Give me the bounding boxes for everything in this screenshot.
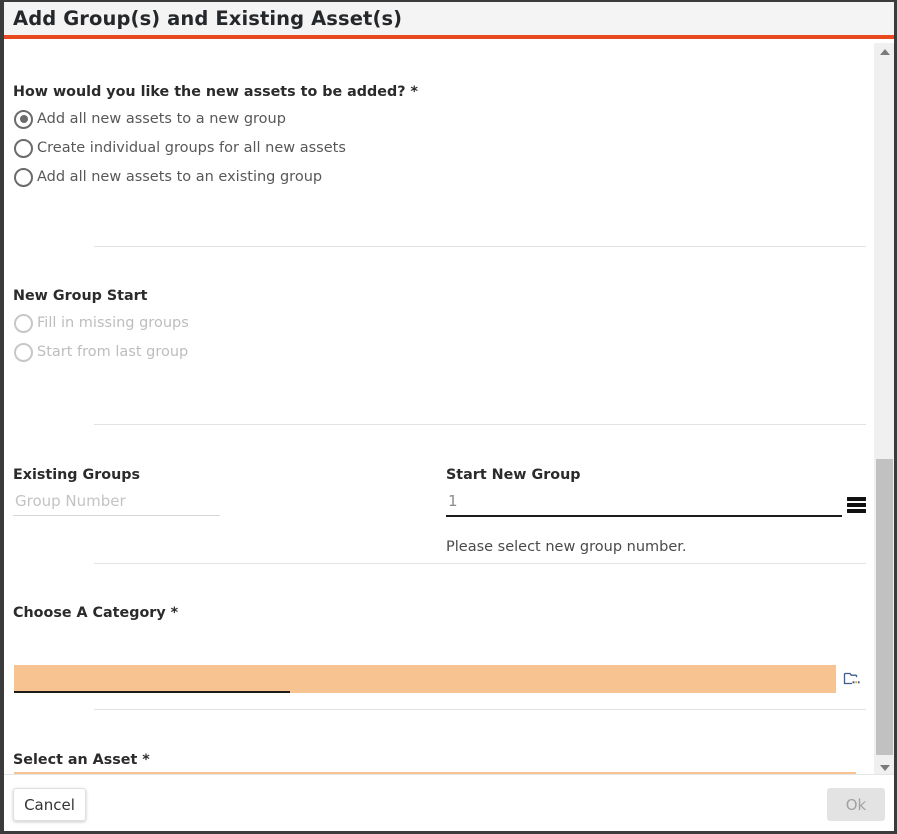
divider-2 (94, 424, 866, 425)
scrollbar-thumb[interactable] (876, 459, 893, 755)
existing-groups-label: Existing Groups (13, 467, 141, 483)
choose-category-input[interactable] (14, 665, 836, 693)
radio-icon-individual-groups[interactable] (14, 138, 33, 158)
radio-option-individual-groups[interactable]: Create individual groups for all new ass… (14, 135, 870, 161)
divider-4 (94, 709, 866, 710)
dialog-titlebar: Add Group(s) and Existing Asset(s) (4, 2, 894, 39)
folder-browse-icon-button[interactable] (836, 665, 866, 693)
ok-button[interactable]: Ok (827, 788, 885, 821)
choose-category-row (14, 665, 866, 693)
select-asset-field: Select an Asset * (13, 752, 150, 768)
dialog-footer: Cancel Ok (4, 774, 894, 831)
divider-1 (94, 246, 866, 247)
list-icon-start-new-group[interactable] (847, 497, 866, 513)
add-groups-and-existing-assets-dialog: Add Group(s) and Existing Asset(s) How w… (0, 0, 897, 834)
radio-option-start-from-last-group: Start from last group (14, 339, 870, 365)
radio-option-fill-missing-groups: Fill in missing groups (14, 310, 870, 336)
choose-category-label: Choose A Category * (13, 605, 179, 621)
choose-category-field: Choose A Category * (13, 605, 178, 621)
start-new-group-helper-text: Please select new group number. (446, 539, 687, 555)
caret-down-icon (879, 764, 890, 771)
new-group-start-label: New Group Start (13, 288, 148, 304)
radio-icon-existing-group[interactable] (14, 167, 33, 187)
divider-3 (94, 563, 866, 564)
existing-groups-input: Group Number (13, 492, 220, 516)
dialog-title: Add Group(s) and Existing Asset(s) (13, 7, 403, 30)
radio-label-existing-group: Add all new assets to an existing group (37, 169, 323, 185)
radio-label-fill-missing-groups: Fill in missing groups (37, 315, 189, 331)
how-added-label: How would you like the new assets to be … (13, 84, 418, 100)
start-new-group-field: Start New Group 1 Please select new grou… (446, 467, 866, 555)
radio-option-new-group[interactable]: Add all new assets to a new group (14, 106, 870, 132)
radio-icon-start-from-last-group (14, 342, 33, 362)
dialog-scroll-body: How would you like the new assets to be … (4, 43, 870, 776)
radio-option-existing-group[interactable]: Add all new assets to an existing group (14, 164, 870, 190)
radio-icon-new-group[interactable] (14, 109, 33, 129)
choose-category-underline (14, 691, 290, 693)
how-added-section: How would you like the new assets to be … (4, 84, 870, 190)
vertical-scrollbar[interactable] (873, 43, 894, 776)
radio-label-start-from-last-group: Start from last group (37, 344, 189, 360)
radio-icon-fill-missing-groups (14, 313, 33, 333)
folder-browse-icon (843, 672, 860, 685)
new-group-start-section: New Group Start Fill in missing groups S… (4, 288, 870, 365)
caret-up-icon (879, 48, 890, 55)
existing-groups-field: Existing Groups Group Number (13, 467, 223, 516)
cancel-button[interactable]: Cancel (13, 788, 86, 821)
start-new-group-input[interactable]: 1 (446, 492, 842, 517)
radio-label-new-group: Add all new assets to a new group (37, 111, 286, 127)
radio-label-individual-groups: Create individual groups for all new ass… (37, 140, 346, 156)
select-asset-label: Select an Asset * (13, 752, 150, 768)
scroll-up-button[interactable] (874, 43, 894, 60)
start-new-group-label: Start New Group (446, 467, 581, 483)
